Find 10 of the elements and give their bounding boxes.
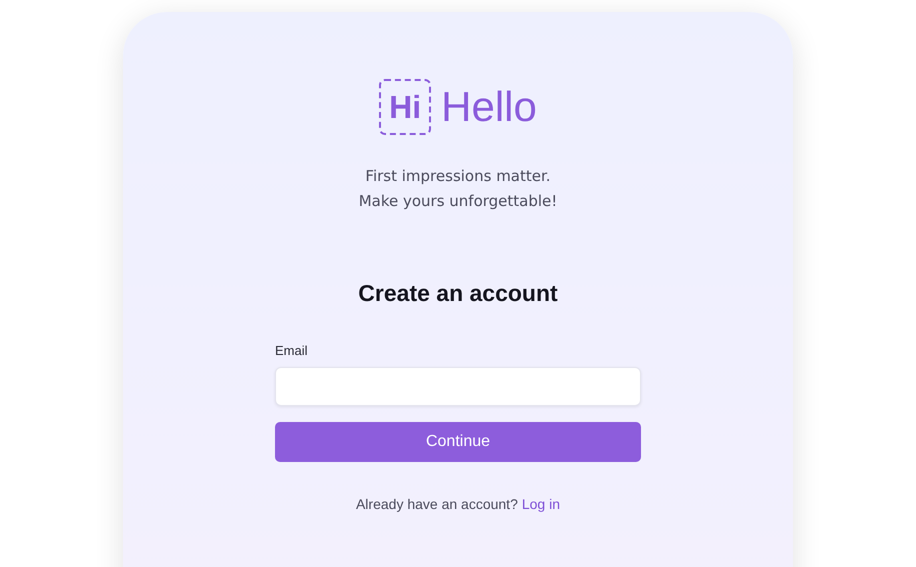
email-label: Email (275, 343, 309, 358)
logo-name: Hello (441, 83, 537, 131)
email-input-field[interactable] (275, 367, 641, 406)
continue-button[interactable]: Continue (275, 422, 641, 462)
tagline: Make yours unforgettable! (358, 191, 558, 212)
tagline: First impressions matter. (365, 166, 551, 187)
login-link[interactable]: Log in (522, 496, 560, 512)
form-heading: Create an account (358, 280, 558, 307)
logo-mark: Hi (379, 79, 432, 135)
login-prompt: Already have an account? (356, 496, 518, 512)
